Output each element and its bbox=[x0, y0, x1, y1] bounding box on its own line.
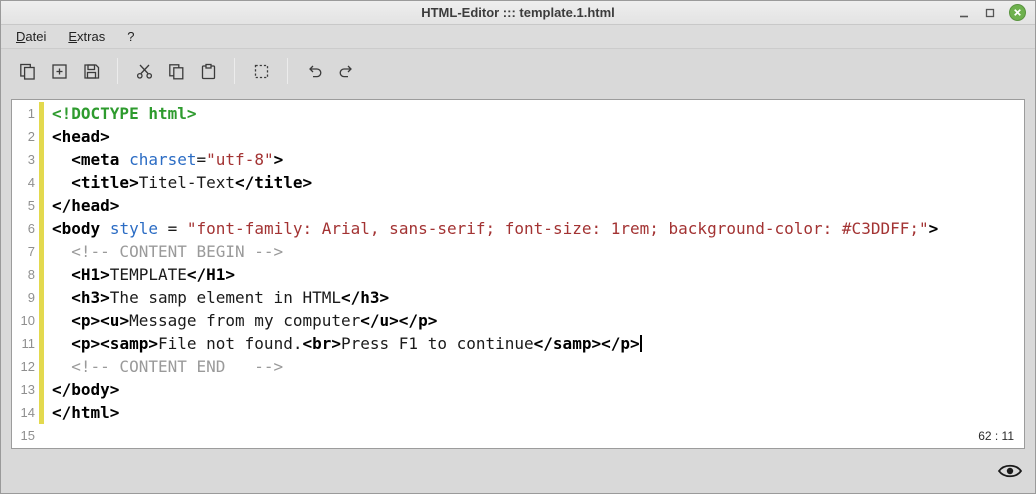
open-file-button[interactable] bbox=[45, 57, 73, 85]
line-number: 7 bbox=[12, 240, 39, 263]
close-icon bbox=[1010, 5, 1025, 20]
code-text: </head> bbox=[44, 194, 119, 217]
select-all-icon bbox=[252, 62, 271, 81]
toolbar-separator bbox=[234, 58, 235, 84]
code-line[interactable]: 12 <!-- CONTENT END --> bbox=[12, 355, 1024, 378]
new-file-button[interactable] bbox=[13, 57, 41, 85]
minimize-button[interactable] bbox=[957, 6, 971, 20]
redo-button[interactable] bbox=[332, 57, 360, 85]
code-text: <p><u>Message from my computer</u></p> bbox=[44, 309, 437, 332]
code-line[interactable]: 6<body style = "font-family: Arial, sans… bbox=[12, 217, 1024, 240]
maximize-icon bbox=[983, 6, 997, 20]
code-line[interactable]: 13</body> bbox=[12, 378, 1024, 401]
code-text: <!-- CONTENT BEGIN --> bbox=[44, 240, 283, 263]
line-number: 9 bbox=[12, 286, 39, 309]
window-title: HTML-Editor ::: template.1.html bbox=[1, 5, 1035, 20]
code-text: <body style = "font-family: Arial, sans-… bbox=[44, 217, 938, 240]
code-editor[interactable]: 1<!DOCTYPE html>2<head>3 <meta charset="… bbox=[11, 99, 1025, 449]
line-number: 3 bbox=[12, 148, 39, 171]
select-all-button[interactable] bbox=[247, 57, 275, 85]
bottombar bbox=[1, 449, 1035, 493]
menu-help[interactable]: ? bbox=[116, 26, 145, 47]
line-number: 5 bbox=[12, 194, 39, 217]
code-line[interactable]: 10 <p><u>Message from my computer</u></p… bbox=[12, 309, 1024, 332]
code-lines: 1<!DOCTYPE html>2<head>3 <meta charset="… bbox=[12, 100, 1024, 447]
line-number: 8 bbox=[12, 263, 39, 286]
code-text: <head> bbox=[44, 125, 110, 148]
code-line[interactable]: 15 bbox=[12, 424, 1024, 447]
window-controls bbox=[957, 4, 1035, 21]
code-line[interactable]: 9 <h3>The samp element in HTML</h3> bbox=[12, 286, 1024, 309]
code-line[interactable]: 1<!DOCTYPE html> bbox=[12, 102, 1024, 125]
cut-button[interactable] bbox=[130, 57, 158, 85]
code-line[interactable]: 14</html> bbox=[12, 401, 1024, 424]
code-text: <!DOCTYPE html> bbox=[44, 102, 197, 125]
copy-button[interactable] bbox=[162, 57, 190, 85]
code-text: <!-- CONTENT END --> bbox=[44, 355, 283, 378]
code-text: </body> bbox=[44, 378, 119, 401]
new-file-icon bbox=[18, 62, 37, 81]
line-number: 14 bbox=[12, 401, 39, 424]
open-file-icon bbox=[50, 62, 69, 81]
toolbar-separator bbox=[287, 58, 288, 84]
line-number: 6 bbox=[12, 217, 39, 240]
code-line[interactable]: 3 <meta charset="utf-8"> bbox=[12, 148, 1024, 171]
undo-button[interactable] bbox=[300, 57, 328, 85]
menu-datei[interactable]: Datei bbox=[5, 26, 57, 47]
menubar: DateiExtras? bbox=[1, 25, 1035, 49]
cut-icon bbox=[135, 62, 154, 81]
line-number: 2 bbox=[12, 125, 39, 148]
cursor-position: 62 : 11 bbox=[978, 429, 1014, 443]
menu-extras[interactable]: Extras bbox=[57, 26, 116, 47]
code-text bbox=[44, 424, 52, 447]
line-number: 13 bbox=[12, 378, 39, 401]
line-number: 12 bbox=[12, 355, 39, 378]
app-window: HTML-Editor ::: template.1.html DateiExt… bbox=[0, 0, 1036, 494]
paste-button[interactable] bbox=[194, 57, 222, 85]
titlebar[interactable]: HTML-Editor ::: template.1.html bbox=[1, 1, 1035, 25]
maximize-button[interactable] bbox=[983, 6, 997, 20]
code-line[interactable]: 7 <!-- CONTENT BEGIN --> bbox=[12, 240, 1024, 263]
code-text: <h3>The samp element in HTML</h3> bbox=[44, 286, 389, 309]
line-number: 1 bbox=[12, 102, 39, 125]
code-line[interactable]: 8 <H1>TEMPLATE</H1> bbox=[12, 263, 1024, 286]
line-number: 10 bbox=[12, 309, 39, 332]
code-line[interactable]: 5</head> bbox=[12, 194, 1024, 217]
paste-icon bbox=[199, 62, 218, 81]
copy-icon bbox=[167, 62, 186, 81]
preview-toggle-button[interactable] bbox=[997, 463, 1023, 480]
text-cursor bbox=[640, 335, 642, 352]
toolbar bbox=[1, 49, 1035, 93]
undo-icon bbox=[305, 62, 324, 81]
line-number: 15 bbox=[12, 424, 39, 447]
code-text: <title>Titel-Text</title> bbox=[44, 171, 312, 194]
code-text: <p><samp>File not found.<br>Press F1 to … bbox=[44, 332, 642, 355]
line-number: 4 bbox=[12, 171, 39, 194]
line-number: 11 bbox=[12, 332, 39, 355]
code-text: </html> bbox=[44, 401, 119, 424]
code-text: <meta charset="utf-8"> bbox=[44, 148, 283, 171]
minimize-icon bbox=[957, 6, 971, 20]
save-icon bbox=[82, 62, 101, 81]
save-button[interactable] bbox=[77, 57, 105, 85]
code-text: <H1>TEMPLATE</H1> bbox=[44, 263, 235, 286]
code-line[interactable]: 4 <title>Titel-Text</title> bbox=[12, 171, 1024, 194]
code-line[interactable]: 11 <p><samp>File not found.<br>Press F1 … bbox=[12, 332, 1024, 355]
close-button[interactable] bbox=[1009, 4, 1026, 21]
toolbar-separator bbox=[117, 58, 118, 84]
eye-icon bbox=[997, 463, 1023, 480]
redo-icon bbox=[337, 62, 356, 81]
code-line[interactable]: 2<head> bbox=[12, 125, 1024, 148]
